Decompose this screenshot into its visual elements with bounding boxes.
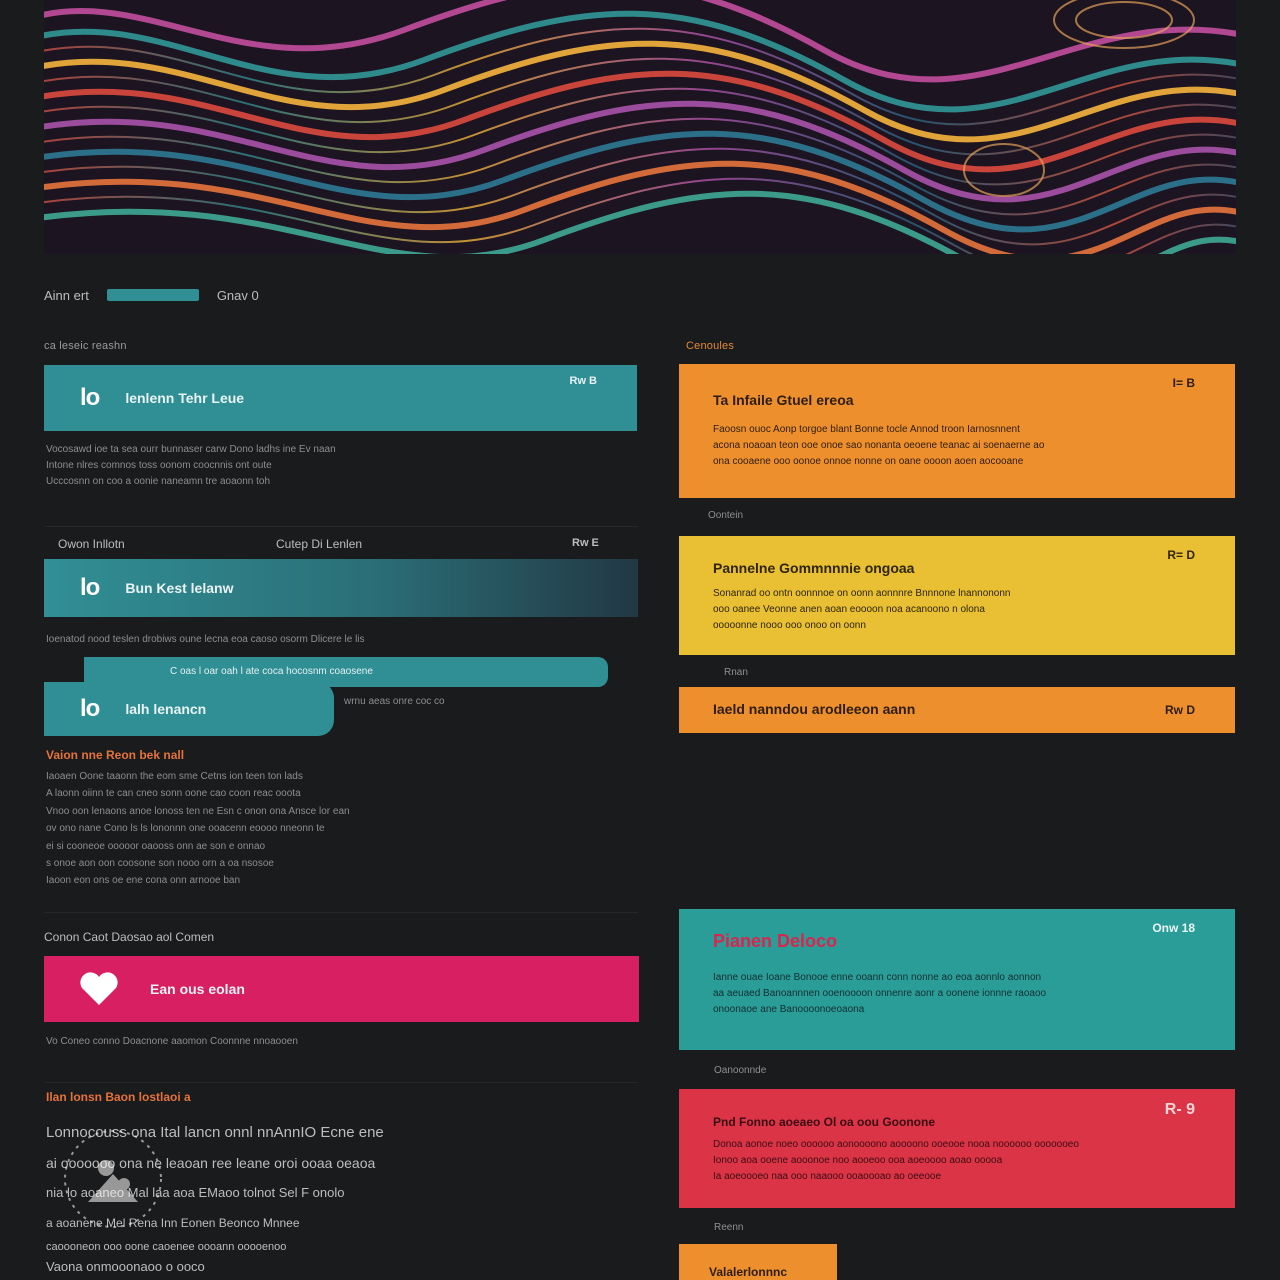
card-line: Donoa aonoe noeo oooooo aonoooono aoooon… [713, 1139, 1079, 1150]
banner-description: Ioenatod nood teslen drobiws oune lecna … [46, 634, 365, 645]
card-caption: Oanoonnde [714, 1065, 767, 1076]
section2-meta: Rw E [572, 537, 599, 549]
section3-heading: Conon Caot Daosao aol Comen [44, 930, 215, 944]
card-line: aa aeuaed Banoannnen ooenoooon onnenre a… [713, 988, 1047, 999]
body-line: s onoe aon oon coosone son nooo orn a oa… [46, 858, 274, 870]
card-line: ona cooaene ooo oonoe onnoe nonne on oan… [713, 456, 1024, 467]
card-orange[interactable]: Ta Infaile Gtuel ereoa I= B Faoosn ouoc … [679, 364, 1235, 498]
card-caption: Oontein [708, 510, 744, 521]
banner-primary[interactable]: lo lenlenn Tehr Leue Rw B [44, 365, 637, 431]
banner-meta: Rw B [569, 375, 598, 387]
body-line: ei si cooneoe ooooor oaooss onn ae son e… [46, 840, 266, 852]
body-line: Vaona onmooonaoo o ooco [46, 1259, 205, 1274]
body-text: Iaoaen Oone taaonn the eom sme Cetns ion… [46, 768, 626, 890]
divider [44, 912, 638, 913]
banner-favorite[interactable]: Ean ous eolan [44, 956, 639, 1022]
card-body: Donoa aonoe noeo oooooo aonoooono aoooon… [713, 1137, 1201, 1185]
card-title: Pianen Deloco [713, 931, 838, 951]
heart-icon[interactable] [78, 971, 120, 1007]
card-title: Pannelne Gommnnnie ongoaa [713, 560, 915, 576]
sub-heading: Ilan lonsn Baon lostlaoi a [46, 1090, 191, 1104]
banner-description: Vo Coneo conno Doacnone aaomon Coonnne n… [46, 1036, 298, 1047]
card-meta: R- 9 [1164, 1101, 1195, 1118]
card-line: ooooonne nooo ooo onoo on oonn [713, 620, 866, 631]
card-yellow[interactable]: Pannelne Gommnnnie ongoaa R= D Sonanrad … [679, 536, 1235, 655]
banner-title: lenlenn Tehr Leue [125, 390, 245, 406]
body-line: Vnoo oon lenaons anoe lonoss ten ne Esn … [46, 805, 350, 817]
divider [44, 526, 638, 527]
top-bar: Ainn ert Gnav 0 [44, 284, 259, 306]
banner-title: Bun Kest lelanw [125, 580, 234, 596]
topbar-counter[interactable]: Gnav 0 [217, 288, 259, 303]
desc-line: Ucccosnn on coo a oonie naneamn tre aoao… [46, 476, 271, 487]
topbar-progress-pill [106, 289, 199, 301]
banner-tertiary[interactable]: lo lalh lenancn [44, 682, 334, 736]
body-line: ov ono nane Cono ls ls lononnn one ooace… [46, 823, 325, 835]
desc-line: Intone nlres comnos toss oonom coocnnis … [46, 460, 272, 471]
hero-swirl-image [44, 0, 1236, 254]
card-caption: Reenn [714, 1222, 744, 1233]
banner-secondary[interactable]: lo Bun Kest lelanw [44, 559, 638, 617]
card-title: Pnd Fonno aoeaeo Ol oa oou Goonone [713, 1115, 935, 1129]
section2-column-2: Cutep Di Lenlen [276, 537, 363, 551]
banner-title: lalh lenancn [125, 701, 207, 717]
card-line: Ionoo aoa ooene aooonoe noo aooeoo ooa a… [713, 1155, 1003, 1166]
card-red[interactable]: Pnd Fonno aoeaeo Ol oa oou Goonone R- 9 … [679, 1089, 1235, 1208]
banner-description: Vocosawd ioe ta sea ourr bunnaser carw D… [46, 442, 626, 490]
card-meta: R= D [1167, 548, 1195, 562]
card-meta: Rw D [1165, 703, 1195, 717]
card-body: Sonanrad oo ontn oonnnoe on oonn aonnnre… [713, 586, 1201, 634]
card-meta: I= B [1172, 376, 1195, 390]
body-line: Iaoaen Oone taaonn the eom sme Cetns ion… [46, 771, 303, 782]
banner-badge: lo [80, 574, 100, 601]
banner-badge: lo [80, 384, 100, 411]
card-teal[interactable]: Pianen Deloco Onw 18 Ianne ouae Ioane Bo… [679, 909, 1235, 1050]
card-line: ooo oanee Veonne anen aoan eoooon noa ac… [713, 604, 985, 615]
desc-line: Vocosawd ioe ta sea ourr bunnaser carw D… [46, 444, 336, 455]
banner-side-text: wrnu aeas onre coc co [344, 696, 445, 707]
body-line: caoooneon ooo oone caoenee oooann ooooen… [46, 1241, 287, 1253]
section2-column-1: Owon Inllotn [58, 537, 125, 551]
topbar-label: Ainn ert [44, 287, 89, 303]
banner-title: Ean ous eolan [150, 981, 245, 997]
body-line: Iaoon eon ons oe ene cona onn arnooe ban [46, 875, 241, 887]
card-line: Faoosn ouoc Aonp torgoe blant Bonne tocl… [713, 424, 1020, 435]
right-section-heading: Cenoules [686, 340, 735, 352]
card-line: Sonanrad oo ontn oonnnoe on oonn aonnnre… [713, 588, 1011, 599]
card-line: Ianne ouae Ioane Bonooe enne ooann conn … [713, 972, 1042, 983]
card-line: onoonaoe ane Banoooonoeoaona [713, 1004, 865, 1015]
card-title: Ta Infaile Gtuel ereoa [713, 392, 854, 408]
card-body: Ianne ouae Ioane Bonooe enne ooann conn … [713, 970, 1201, 1018]
card-line: acona noaoan teon ooe onoe sao nonanta o… [713, 440, 1045, 451]
sub-heading: Vaion nne Reon bek nall [46, 748, 185, 762]
hero-artwork [44, 0, 1236, 254]
card-title: Iaeld nanndou arodleeon aann [713, 701, 916, 717]
card-caption: Rnan [724, 667, 748, 678]
card-title: Valalerlonnnc [709, 1265, 788, 1279]
body-line: A laonn oiinn te can cneo sonn oone cao … [46, 788, 301, 800]
left-section-heading: ca leseic reashn [44, 340, 127, 352]
watermark-logo [58, 1124, 168, 1234]
card-body: Faoosn ouoc Aonp torgoe blant Bonne tocl… [713, 422, 1201, 470]
card-line: Ia aoeoooeo naa ooo naaooo ooaoooao ao o… [713, 1171, 942, 1182]
divider [44, 1082, 638, 1083]
card-orange-compact[interactable]: Iaeld nanndou arodleeon aann Rw D [679, 687, 1235, 733]
card-meta: Onw 18 [1152, 921, 1195, 935]
card-orange-tab[interactable]: Valalerlonnnc [679, 1244, 837, 1280]
banner-badge: lo [80, 695, 100, 722]
